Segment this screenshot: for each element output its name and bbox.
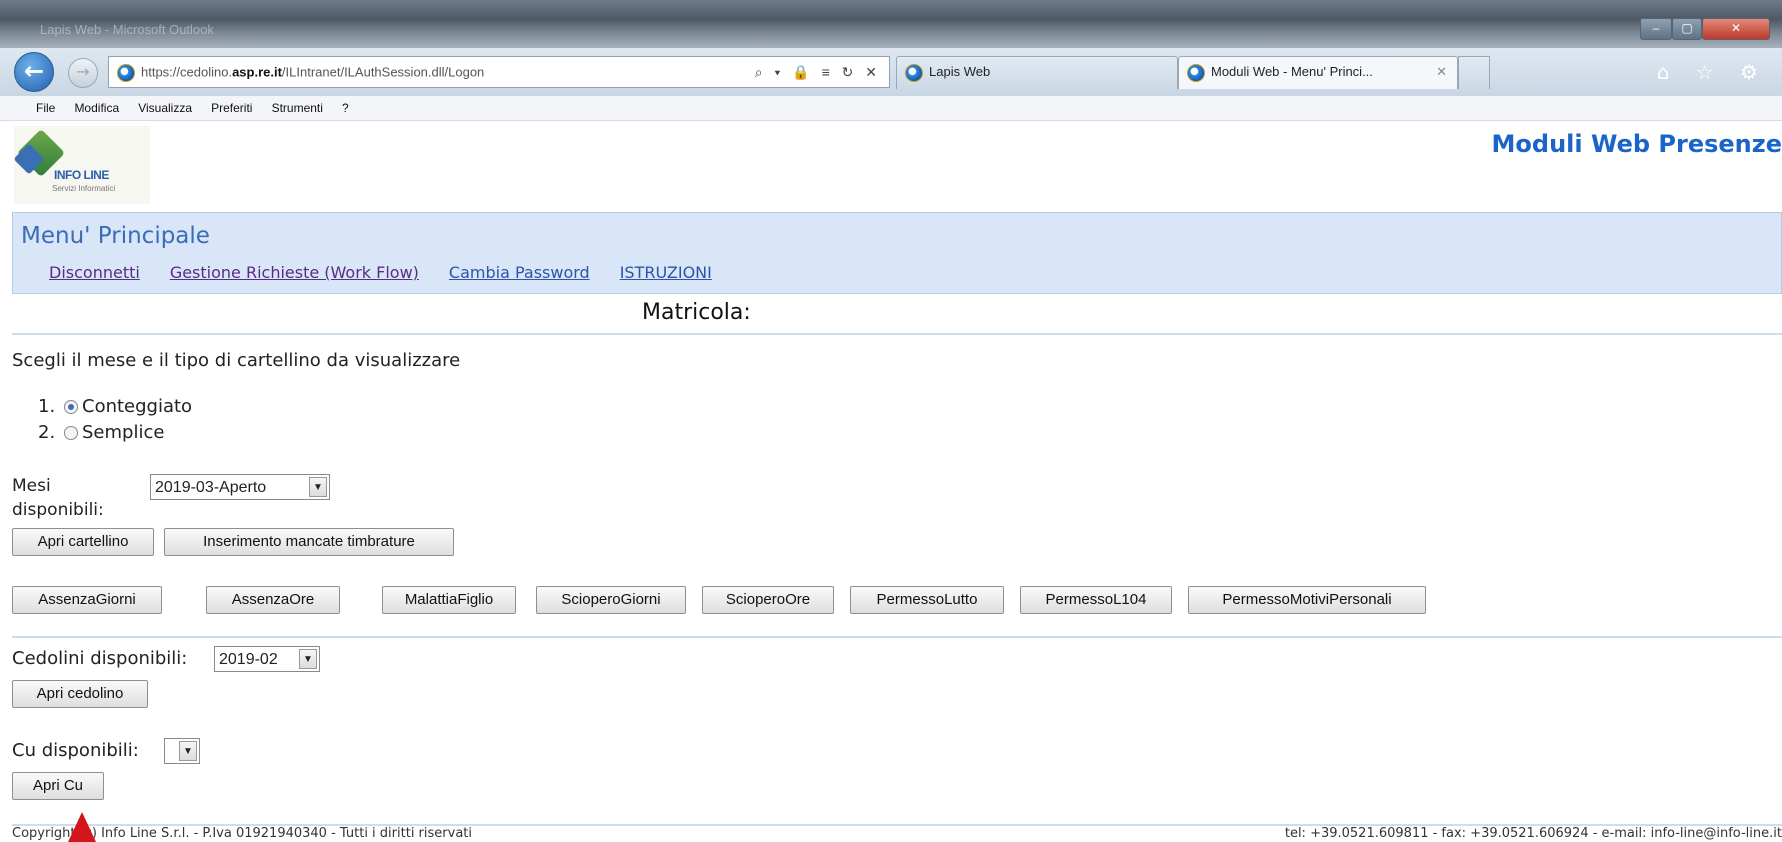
mesi-value: 2019-03-Aperto <box>155 479 267 496</box>
sciopero-ore-button[interactable]: ScioperoOre <box>702 586 834 614</box>
browser-chrome: Lapis Web - Microsoft Outlook – ▢ ✕ ← → … <box>0 0 1782 121</box>
address-bar[interactable]: https://cedolino.asp.re.it/ILIntranet/IL… <box>108 56 890 88</box>
url-domain: asp.re.it <box>232 64 282 80</box>
tab-label: Moduli Web - Menu' Princi... <box>1211 64 1373 79</box>
logo-subtitle: Servizi Informatici <box>52 184 116 193</box>
main-menu-panel: Menu' Principale Disconnetti Gestione Ric… <box>12 212 1782 294</box>
menu-preferiti[interactable]: Preferiti <box>211 96 252 120</box>
option-conteggiato[interactable]: 1. Conteggiato <box>38 396 192 422</box>
mesi-label: Mesi disponibili: <box>12 476 104 520</box>
maximize-button[interactable]: ▢ <box>1672 18 1702 40</box>
option-label: Semplice <box>82 422 165 443</box>
assenza-giorni-button[interactable]: AssenzaGiorni <box>12 586 162 614</box>
menu-modifica[interactable]: Modifica <box>74 96 119 120</box>
menu-help[interactable]: ? <box>342 96 349 120</box>
menu-title: Menu' Principale <box>21 223 210 249</box>
mancate-timbrature-button[interactable]: Inserimento mancate timbrature <box>164 528 454 556</box>
cedolini-select[interactable]: 2019-02 ▼ <box>214 646 320 672</box>
minimize-button[interactable]: – <box>1640 18 1672 40</box>
cedolini-value: 2019-02 <box>219 651 278 668</box>
forward-button[interactable]: → <box>68 58 98 88</box>
title-bar: Lapis Web - Microsoft Outlook – ▢ ✕ <box>0 0 1782 48</box>
link-disconnetti[interactable]: Disconnetti <box>49 263 140 282</box>
address-bar-icons[interactable]: ⌕ ▾ 🔒 ≡ ↻ ✕ <box>755 57 881 87</box>
new-tab-button[interactable] <box>1458 56 1490 89</box>
option-number: 2. <box>38 422 56 443</box>
permesso-lutto-button[interactable]: PermessoLutto <box>850 586 1004 614</box>
window-title: Lapis Web - Microsoft Outlook <box>40 22 214 37</box>
card-type-options: 1. Conteggiato 2. Semplice <box>38 396 192 448</box>
logo-text: INFO LINE <box>54 168 109 182</box>
dropdown-arrow-icon[interactable]: ▼ <box>179 741 197 761</box>
sciopero-giorni-button[interactable]: ScioperoGiorni <box>536 586 686 614</box>
tab-label: Lapis Web <box>929 64 991 79</box>
page-content: INFO LINE Servizi Informatici Moduli Web… <box>0 120 1782 842</box>
apri-cedolino-button[interactable]: Apri cedolino <box>12 680 148 708</box>
url-path: /ILIntranet/ILAuthSession.dll/Logon <box>281 64 485 80</box>
option-label: Conteggiato <box>82 396 193 417</box>
form-prompt: Scegli il mese e il tipo di cartellino d… <box>12 350 461 371</box>
radio-conteggiato[interactable] <box>64 400 78 414</box>
option-number: 1. <box>38 396 56 417</box>
tab-lapis-web[interactable]: Lapis Web <box>896 56 1178 89</box>
malattia-figlio-button[interactable]: MalattiaFiglio <box>382 586 516 614</box>
close-window-button[interactable]: ✕ <box>1702 18 1770 40</box>
link-cambia-password[interactable]: Cambia Password <box>449 263 590 282</box>
pointer-arrow-icon <box>68 812 96 842</box>
menu-strumenti[interactable]: Strumenti <box>272 96 323 120</box>
divider <box>12 636 1782 638</box>
ie-icon <box>1187 63 1205 82</box>
cu-label: Cu disponibili: <box>12 740 139 761</box>
dropdown-arrow-icon[interactable]: ▼ <box>309 477 327 497</box>
menu-links: Disconnetti Gestione Richieste (Work Flow… <box>49 263 742 282</box>
home-favorites-settings-icons[interactable]: ⌂ ☆ ⚙ <box>1657 60 1768 84</box>
menu-visualizza[interactable]: Visualizza <box>138 96 192 120</box>
permesso-motivi-personali-button[interactable]: PermessoMotiviPersonali <box>1188 586 1426 614</box>
navigation-bar: ← → https://cedolino.asp.re.it/ILIntrane… <box>0 48 1782 97</box>
divider <box>12 333 1782 335</box>
cu-select[interactable]: ▼ <box>164 738 200 764</box>
cedolini-label: Cedolini disponibili: <box>12 648 188 669</box>
info-line-logo: INFO LINE Servizi Informatici <box>13 126 150 204</box>
apri-cu-button[interactable]: Apri Cu <box>12 772 104 800</box>
back-button[interactable]: ← <box>14 52 54 92</box>
matricola-label: Matricola: <box>642 300 751 325</box>
menu-bar: File Modifica Visualizza Preferiti Strum… <box>0 96 1782 121</box>
app-title: Moduli Web Presenze <box>1491 130 1782 158</box>
assenza-ore-button[interactable]: AssenzaOre <box>206 586 340 614</box>
link-istruzioni[interactable]: ISTRUZIONI <box>620 263 712 282</box>
menu-file[interactable]: File <box>36 96 55 120</box>
radio-semplice[interactable] <box>64 426 78 440</box>
apri-cartellino-button[interactable]: Apri cartellino <box>12 528 154 556</box>
mesi-select[interactable]: 2019-03-Aperto ▼ <box>150 474 330 500</box>
ie-icon <box>117 63 135 82</box>
dropdown-arrow-icon[interactable]: ▼ <box>299 649 317 669</box>
link-gestione-richieste[interactable]: Gestione Richieste (Work Flow) <box>170 263 419 282</box>
tab-moduli-web[interactable]: Moduli Web - Menu' Princi... ✕ <box>1178 56 1458 89</box>
option-semplice[interactable]: 2. Semplice <box>38 422 192 448</box>
close-tab-icon[interactable]: ✕ <box>1436 57 1447 87</box>
permesso-l104-button[interactable]: PermessoL104 <box>1020 586 1172 614</box>
url-prefix: https://cedolino. <box>141 64 233 80</box>
ie-icon <box>905 63 923 82</box>
